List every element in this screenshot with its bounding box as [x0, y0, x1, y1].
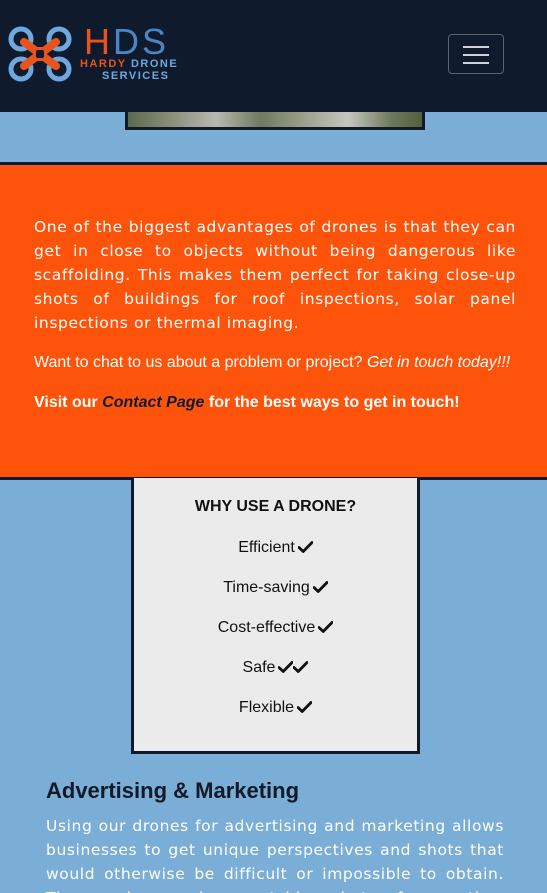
why-drone-item-label: Flexible	[238, 699, 295, 716]
why-drone-item-label: Time-saving	[223, 579, 310, 596]
why-drone-list: Efficient Time-saving Cost-effective Safe Fl…	[134, 538, 417, 738]
drone-logo-icon	[8, 26, 72, 82]
why-drone-card: WHY USE A DRONE? Efficient Time-saving Cos…	[131, 478, 420, 754]
advertising-heading: Advertising & Marketing	[46, 778, 300, 803]
checkmark-icon	[317, 619, 334, 633]
intro-paragraph: One of the biggest advantages of drones …	[34, 218, 516, 332]
why-drone-item-label: Safe	[242, 659, 276, 676]
why-drone-item: Flexible	[134, 698, 417, 738]
checkmark-icon	[293, 659, 309, 673]
why-drone-item: Cost-effective	[134, 618, 417, 658]
why-drone-item: Safe	[134, 658, 417, 698]
brand-logo[interactable]: HDS HARDY DRONE SERVICES	[6, 24, 188, 84]
why-drone-item-label: Cost-effective	[217, 619, 316, 636]
checkmark-icon	[296, 699, 313, 713]
contact-page-link[interactable]: Contact Page	[102, 394, 204, 411]
why-drone-item: Time-saving	[134, 578, 417, 618]
get-in-touch-link[interactable]: Get in touch today!!!	[367, 354, 510, 371]
navbar: HDS HARDY DRONE SERVICES	[0, 0, 547, 112]
intro-section: One of the biggest advantages of drones …	[0, 162, 547, 480]
logo-wordmark: HDS	[84, 21, 170, 62]
hamburger-icon	[463, 46, 489, 48]
visit-line: Visit our Contact Page for the best ways…	[34, 394, 460, 411]
why-drone-item-label: Efficient	[238, 539, 295, 556]
why-drone-title: WHY USE A DRONE?	[194, 498, 357, 515]
checkmark-icon	[297, 539, 314, 553]
logo-tagline: HARDY DRONE SERVICES	[80, 58, 179, 82]
checkmark-icon	[312, 579, 329, 593]
chat-line: Want to chat to us about a problem or pr…	[34, 354, 511, 371]
advertising-paragraph: Using our drones for advertising and mar…	[46, 817, 504, 893]
checkmark-icon	[278, 659, 294, 673]
menu-toggle-button[interactable]	[448, 34, 504, 74]
why-drone-item: Efficient	[134, 538, 417, 578]
